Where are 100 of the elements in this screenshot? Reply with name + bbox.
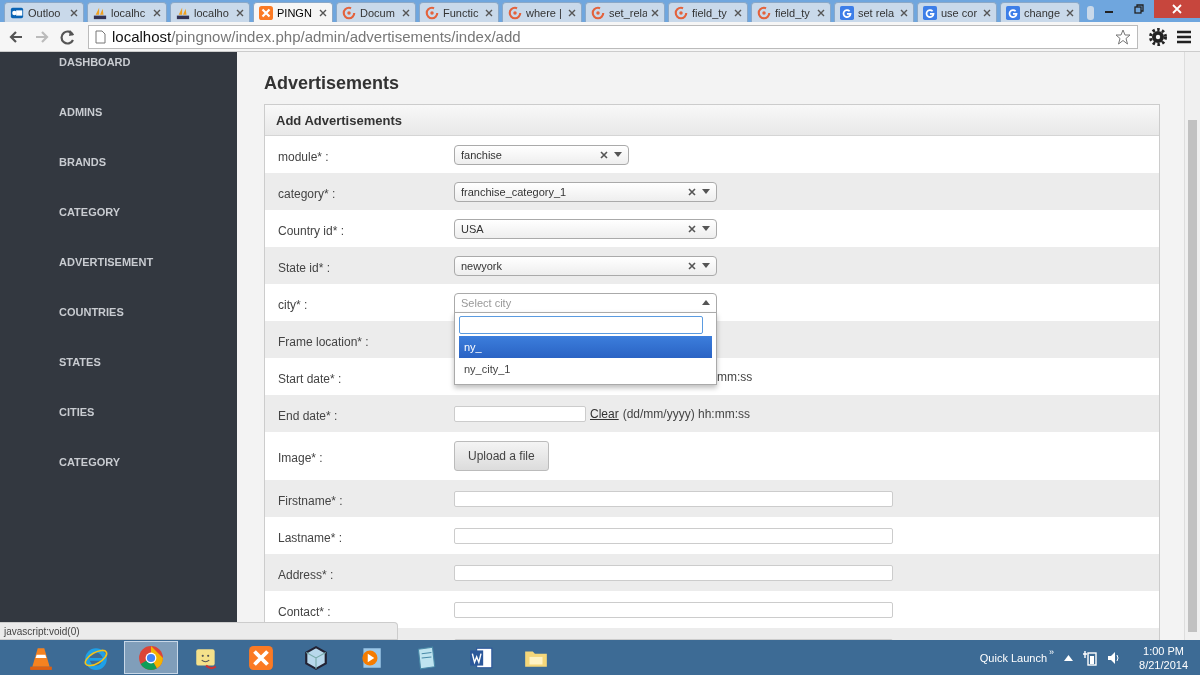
dropdown-option[interactable]: ny_city_1	[459, 357, 712, 380]
page-icon	[95, 29, 106, 44]
chrome-icon	[138, 644, 164, 671]
clear-icon[interactable]	[688, 187, 696, 196]
sidebar-item[interactable]: CATEGORY	[59, 452, 237, 472]
browser-tab[interactable]: Functic	[419, 2, 499, 22]
field-label: Start date* :	[278, 371, 342, 386]
sidebar-item[interactable]: ADMINS	[59, 102, 237, 122]
clear-icon[interactable]	[688, 261, 696, 270]
upload-button[interactable]: Upload a file	[454, 441, 549, 471]
text-field[interactable]	[454, 490, 893, 507]
panel-title: Add Advertisements	[265, 105, 1159, 136]
text-field[interactable]	[454, 601, 893, 618]
select-dropdown[interactable]: USA	[454, 218, 717, 239]
sidebar-item[interactable]: DASHBOARD	[59, 52, 237, 72]
select-dropdown[interactable]: fanchise	[454, 144, 629, 165]
field-label: Firstname* :	[278, 493, 343, 508]
close-icon[interactable]	[983, 8, 991, 17]
close-icon[interactable]	[734, 8, 742, 17]
browser-tab[interactable]: where |	[502, 2, 582, 22]
xampp-icon	[259, 5, 273, 20]
browser-tab[interactable]: use cor	[917, 2, 997, 22]
format-hint: mm:ss	[717, 369, 753, 384]
swirl-icon	[508, 5, 522, 20]
select-dropdown[interactable]: franchise_category_1	[454, 181, 717, 202]
page-title: Advertisements	[264, 72, 401, 94]
sidebar-item[interactable]: CITIES	[59, 402, 237, 422]
clear-icon[interactable]	[688, 224, 696, 233]
g-icon	[840, 5, 854, 20]
sidebar-item[interactable]: ADVERTISEMENT	[59, 252, 237, 272]
caret-icon	[702, 226, 710, 231]
field-label: Country id* :	[278, 223, 345, 238]
caret-icon	[702, 189, 710, 194]
status-bar: javascript:void(0)	[0, 622, 398, 640]
close-icon[interactable]	[70, 8, 78, 17]
swirl-icon	[342, 5, 356, 20]
speaker-icon[interactable]	[1107, 650, 1122, 665]
swirl-icon	[591, 5, 605, 20]
swirl-icon	[674, 5, 688, 20]
field-label: module* :	[278, 149, 329, 164]
close-icon[interactable]	[402, 8, 410, 17]
address-bar[interactable]: localhost/pingnow/index.php/admin/advertisements/index/add	[88, 24, 1138, 49]
show-hidden-icon[interactable]	[1064, 654, 1074, 661]
restore-icon[interactable]	[1134, 4, 1144, 14]
sidebar-item[interactable]: BRANDS	[59, 152, 237, 172]
overflow-chevron[interactable]: »	[1049, 646, 1055, 657]
mail-icon	[10, 5, 24, 20]
field-label: State id* :	[278, 260, 331, 275]
dropdown-option[interactable]: ny_	[459, 335, 712, 358]
battery-icon[interactable]	[1083, 649, 1098, 666]
close-icon	[1172, 4, 1182, 14]
sidebar-item[interactable]: STATES	[59, 352, 237, 372]
g-icon	[1006, 5, 1020, 20]
sidebar-item[interactable]: COUNTRIES	[59, 302, 237, 322]
scrollbar[interactable]	[1184, 52, 1200, 640]
field-label: Frame location* :	[278, 334, 369, 349]
close-icon[interactable]	[236, 8, 244, 17]
format-hint: (dd/mm/yyyy) hh:mm:ss	[622, 406, 751, 421]
clear-link[interactable]: Clear	[590, 406, 619, 421]
browser-tab[interactable]: Outloo	[4, 2, 84, 22]
close-icon[interactable]	[651, 8, 659, 17]
xampp-icon	[248, 644, 274, 671]
close-icon[interactable]	[817, 8, 825, 17]
swirl-icon	[757, 5, 771, 20]
g-icon	[923, 5, 937, 20]
text-field[interactable]	[454, 564, 893, 581]
caret-icon	[702, 300, 710, 305]
field-label: Contact* :	[278, 604, 331, 619]
text-field[interactable]	[454, 527, 893, 544]
close-icon[interactable]	[319, 8, 327, 17]
toolbar-label[interactable]: Quick Launch	[979, 651, 1048, 664]
sidebar-item[interactable]: CATEGORY	[59, 202, 237, 222]
close-icon[interactable]	[485, 8, 493, 17]
clock-time[interactable]: 1:00 PM	[1143, 643, 1184, 658]
clear-icon[interactable]	[600, 150, 608, 159]
cube-icon	[303, 644, 329, 671]
search-field[interactable]	[459, 315, 703, 334]
clock-date[interactable]: 8/21/2014	[1139, 657, 1188, 672]
field-label: city* :	[278, 297, 308, 312]
close-icon[interactable]	[1066, 8, 1074, 17]
field-label: End date* :	[278, 408, 338, 423]
close-icon[interactable]	[153, 8, 161, 17]
date-field[interactable]	[454, 405, 586, 422]
browser-tab[interactable]: localhc	[87, 2, 167, 22]
close-button[interactable]	[1154, 0, 1200, 18]
browser-tab[interactable]: localho	[170, 2, 250, 22]
select-dropdown[interactable]: newyork	[454, 255, 717, 276]
star-icon[interactable]	[1115, 28, 1131, 45]
browser-tab[interactable]: set rela	[834, 2, 914, 22]
browser-tab[interactable]: Docum	[336, 2, 416, 22]
field-label: Lastname* :	[278, 530, 343, 545]
caret-icon	[614, 152, 622, 157]
close-icon[interactable]	[568, 8, 576, 17]
browser-tab[interactable]: field_ty	[751, 2, 831, 22]
browser-tab[interactable]: field_ty	[668, 2, 748, 22]
browser-tab[interactable]: change	[1000, 2, 1080, 22]
field-label: Image* :	[278, 451, 323, 465]
close-icon[interactable]	[900, 8, 908, 17]
browser-tab[interactable]: PINGN	[253, 2, 333, 22]
settings-icon[interactable]	[1148, 26, 1168, 47]
